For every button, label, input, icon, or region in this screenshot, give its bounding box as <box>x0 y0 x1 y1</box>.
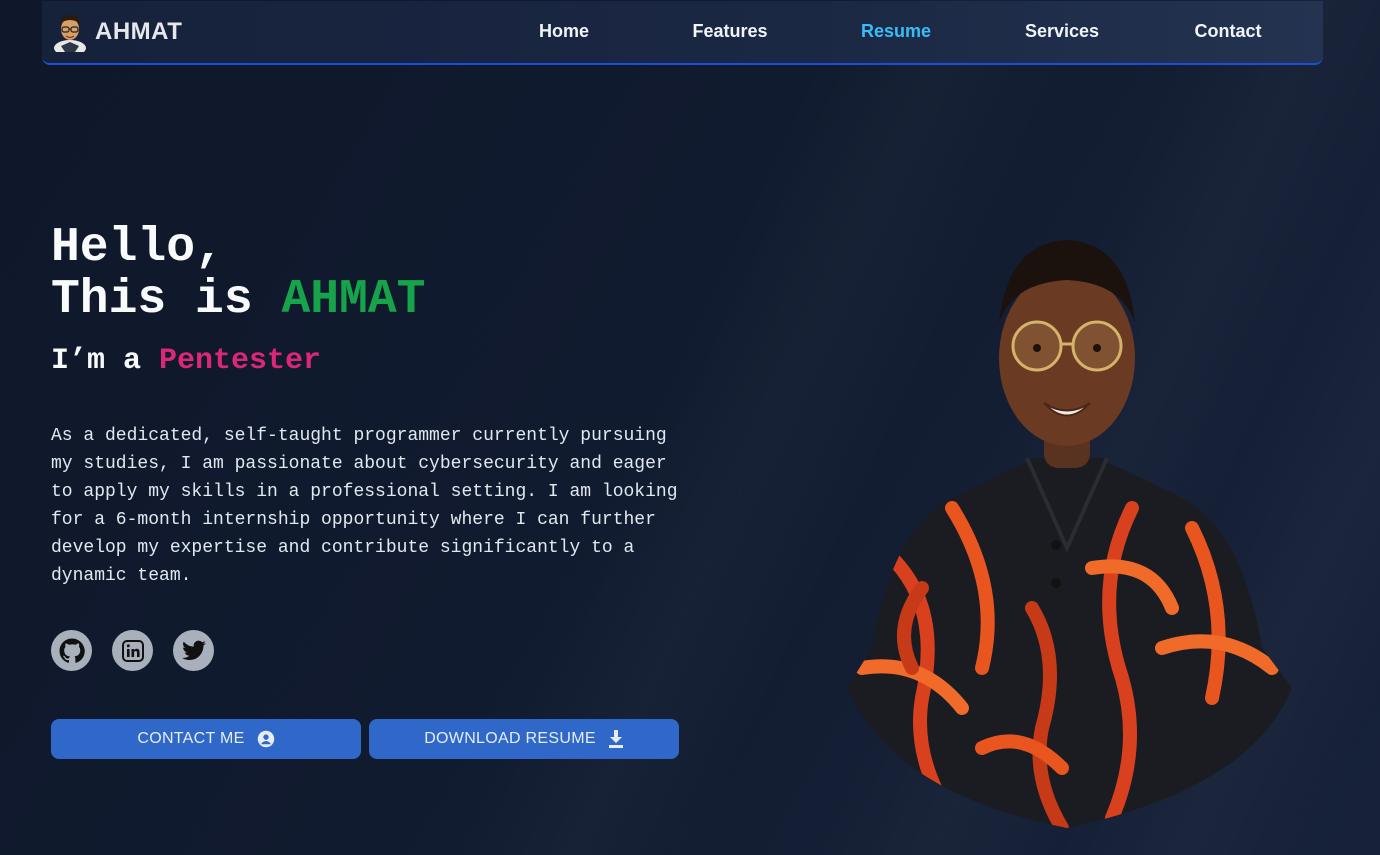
nav-link-contact[interactable]: Contact <box>1195 21 1262 42</box>
nav-link-home[interactable]: Home <box>539 21 589 42</box>
role-text: Pentester <box>159 344 322 378</box>
hero-title: Hello, This is AHMAT <box>51 222 425 326</box>
twitter-link[interactable] <box>173 630 214 671</box>
contact-me-label: CONTACT ME <box>137 730 245 747</box>
download-resume-button[interactable]: DOWNLOAD RESUME <box>369 719 679 759</box>
bio-paragraph: As a dedicated, self-taught programmer c… <box>51 426 678 586</box>
github-icon <box>59 638 85 663</box>
brand-logo[interactable]: AHMAT <box>53 12 182 52</box>
portrait-photo <box>847 240 1292 828</box>
top-navbar: AHMAT Home Features Resume Services Cont… <box>42 1 1323 65</box>
download-resume-label: DOWNLOAD RESUME <box>424 730 596 747</box>
twitter-icon <box>181 640 206 660</box>
linkedin-link[interactable] <box>112 630 153 671</box>
github-link[interactable] <box>51 630 92 671</box>
download-icon <box>608 730 623 748</box>
nav-link-resume[interactable]: Resume <box>861 21 931 42</box>
nav-link-services[interactable]: Services <box>1025 21 1099 42</box>
contact-me-button[interactable]: CONTACT ME <box>51 719 361 759</box>
role-line: I’m a Pentester <box>51 344 321 378</box>
avatar-icon <box>54 15 86 52</box>
linkedin-icon <box>121 639 144 662</box>
intro-prefix: This is <box>51 273 282 327</box>
greeting-text: Hello, <box>51 221 224 275</box>
social-links <box>51 630 234 671</box>
user-circle-icon <box>257 730 274 748</box>
nav-link-features[interactable]: Features <box>692 21 767 42</box>
hero-name: AHMAT <box>281 273 426 327</box>
role-prefix: I’m a <box>51 344 160 378</box>
brand-name: AHMAT <box>95 18 183 45</box>
